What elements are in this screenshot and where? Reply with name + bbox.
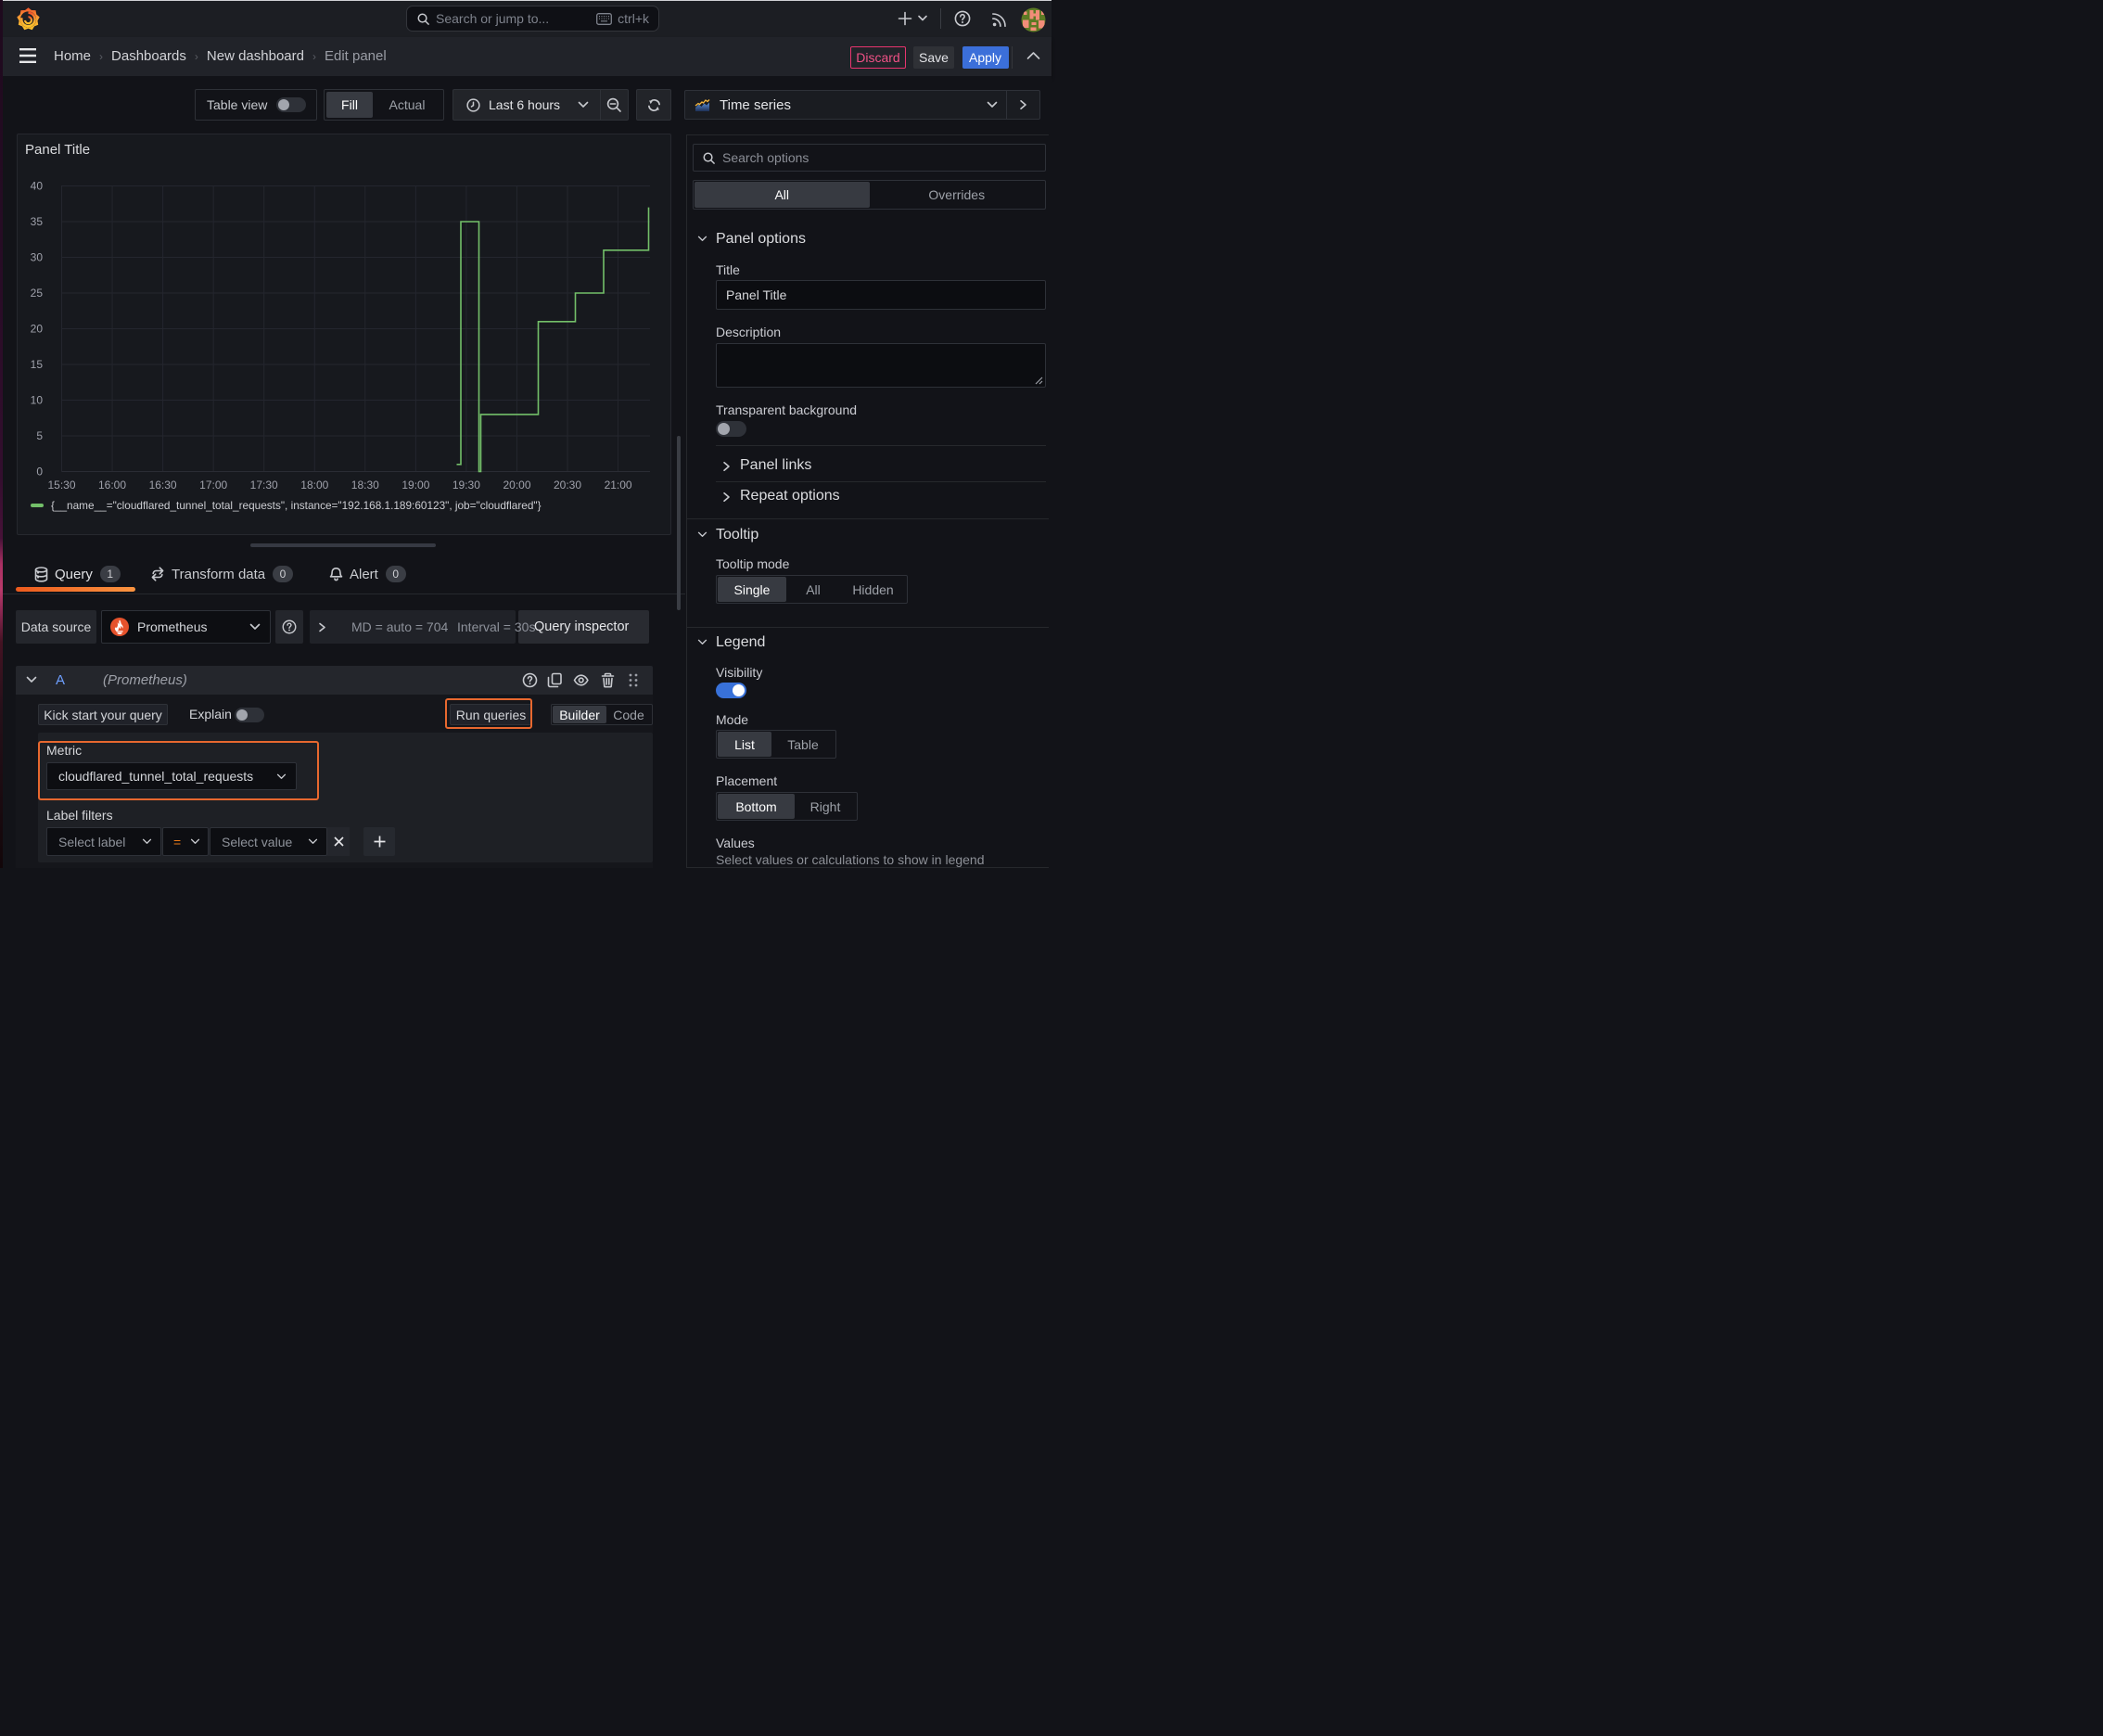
svg-text:35: 35 [31, 215, 44, 228]
svg-text:20:00: 20:00 [503, 479, 530, 491]
svg-text:16:00: 16:00 [98, 479, 126, 491]
svg-text:30: 30 [31, 251, 44, 264]
svg-text:25: 25 [31, 287, 44, 300]
svg-text:19:00: 19:00 [401, 479, 429, 491]
svg-text:20: 20 [31, 323, 44, 336]
svg-text:5: 5 [36, 429, 43, 442]
svg-text:17:30: 17:30 [250, 479, 278, 491]
svg-text:40: 40 [31, 180, 44, 193]
svg-text:19:30: 19:30 [452, 479, 480, 491]
svg-text:18:30: 18:30 [351, 479, 379, 491]
svg-text:15:30: 15:30 [47, 479, 75, 491]
svg-text:0: 0 [36, 466, 43, 479]
svg-text:16:30: 16:30 [149, 479, 177, 491]
svg-text:17:00: 17:00 [199, 479, 227, 491]
svg-text:18:00: 18:00 [300, 479, 328, 491]
svg-text:21:00: 21:00 [605, 479, 632, 491]
svg-text:15: 15 [31, 358, 44, 371]
svg-text:10: 10 [31, 394, 44, 407]
svg-text:20:30: 20:30 [554, 479, 581, 491]
